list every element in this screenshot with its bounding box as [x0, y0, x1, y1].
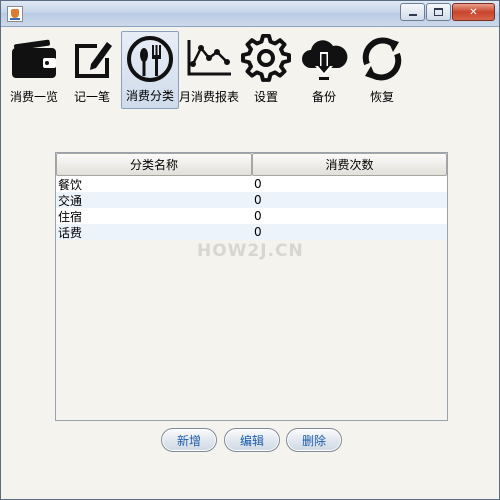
refresh-icon	[362, 37, 402, 81]
close-button[interactable]: ✕	[452, 3, 495, 21]
toolbar-item-category[interactable]: 消费分类	[121, 31, 179, 109]
cell-count: 0	[254, 225, 262, 239]
edit-button[interactable]: 编辑	[224, 428, 280, 452]
table-body: 餐饮 0 交通 0 住宿 0 话费 0	[56, 176, 447, 240]
toolbar-label-restore: 恢复	[369, 90, 394, 104]
cloud-download-icon	[302, 40, 348, 80]
column-header-count[interactable]: 消费次数	[252, 153, 447, 176]
maximize-button[interactable]	[426, 3, 451, 21]
toolbar-label-backup: 备份	[311, 90, 336, 104]
minimize-button[interactable]	[400, 3, 425, 21]
title-bar[interactable]: ✕	[1, 1, 499, 27]
cell-count: 0	[254, 193, 262, 207]
cell-category-name: 住宿	[58, 209, 83, 224]
java-app-icon	[7, 6, 23, 22]
toolbar-label-category: 消费分类	[125, 89, 174, 103]
cell-category-name: 交通	[58, 193, 83, 208]
toolbar-item-report[interactable]: 月消费报表	[179, 31, 240, 109]
add-button[interactable]: 新增	[161, 428, 217, 452]
app-window: ✕ 消费一览 记一笔 消费分类 月消费报表 设置 备份 恢复 分类名称 消费次数…	[0, 0, 500, 500]
line-chart-icon	[187, 40, 231, 76]
main-toolbar: 消费一览 记一笔 消费分类 月消费报表 设置 备份 恢复	[5, 31, 411, 109]
cell-count: 0	[254, 209, 262, 223]
delete-button[interactable]: 删除	[286, 428, 342, 452]
table-row[interactable]: 餐饮 0	[56, 176, 447, 192]
pencil-edit-icon	[75, 42, 112, 78]
table-row[interactable]: 话费 0	[56, 224, 447, 240]
toolbar-item-restore[interactable]: 恢复	[353, 31, 411, 109]
cell-count: 0	[254, 177, 262, 191]
window-controls: ✕	[399, 3, 495, 21]
table-row[interactable]: 住宿 0	[56, 208, 447, 224]
dining-icon	[127, 36, 173, 82]
action-buttons: 新增 编辑 删除	[161, 428, 348, 452]
toolbar-label-record: 记一笔	[73, 90, 110, 104]
cell-category-name: 餐饮	[58, 177, 83, 192]
minimize-icon	[408, 14, 417, 16]
toolbar-item-overview[interactable]: 消费一览	[5, 31, 63, 109]
wallet-icon	[12, 39, 56, 78]
table-row[interactable]: 交通 0	[56, 192, 447, 208]
category-table: 分类名称 消费次数 餐饮 0 交通 0 住宿 0 话费 0	[55, 152, 448, 421]
toolbar-label-report: 月消费报表	[179, 90, 240, 104]
toolbar-item-settings[interactable]: 设置	[237, 31, 295, 109]
cell-category-name: 话费	[58, 225, 83, 240]
table-header: 分类名称 消费次数	[56, 153, 447, 176]
toolbar-item-record[interactable]: 记一笔	[63, 31, 121, 109]
watermark: HOW2J.CN	[197, 241, 304, 261]
column-header-category-name[interactable]: 分类名称	[56, 153, 252, 176]
toolbar-label-settings: 设置	[253, 90, 278, 104]
maximize-icon	[434, 8, 443, 16]
toolbar-item-backup[interactable]: 备份	[295, 31, 353, 109]
toolbar-label-overview: 消费一览	[9, 90, 58, 104]
close-icon: ✕	[469, 6, 478, 18]
gear-icon	[241, 34, 291, 82]
